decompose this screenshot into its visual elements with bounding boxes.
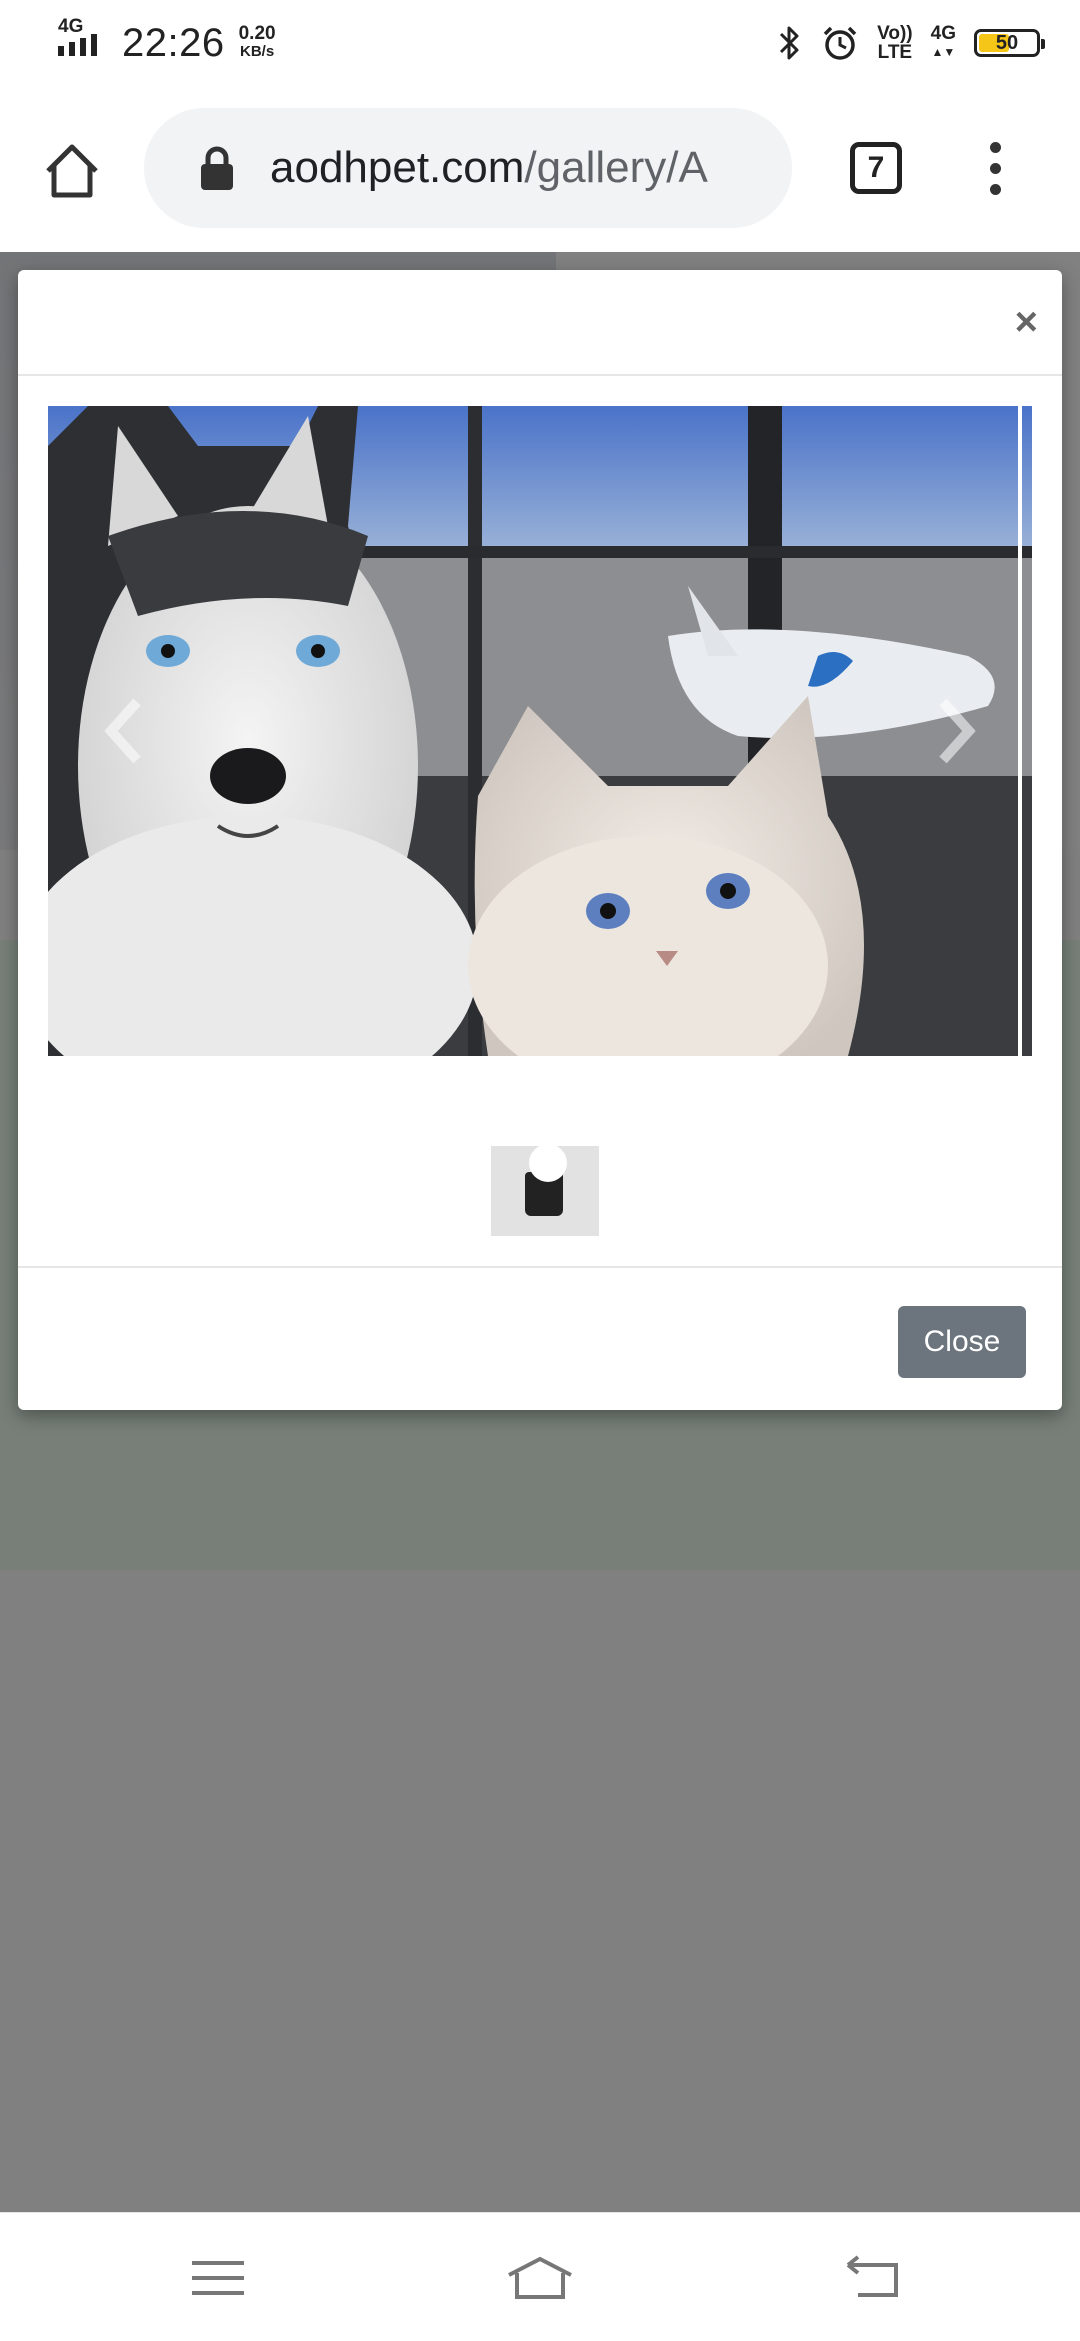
address-bar[interactable]: aodhpet.com/gallery/A	[144, 108, 792, 228]
home-icon[interactable]	[40, 139, 104, 203]
data-type-indicator: 4G ▲▼	[930, 23, 956, 59]
battery-icon: 50	[974, 29, 1045, 57]
gallery-modal: × Close	[18, 270, 1062, 1410]
close-button[interactable]: Close	[898, 1306, 1026, 1378]
status-right: Vo)) LTE 4G ▲▼ 50	[777, 18, 1045, 68]
data-type-label: 4G	[930, 23, 956, 44]
signal-icon: 4G	[58, 16, 108, 68]
status-left: 4G 22:26 0.20 KB/s	[58, 16, 276, 68]
battery-level: 50	[995, 31, 1019, 54]
close-icon[interactable]: ×	[1015, 300, 1038, 345]
speed-value: 0.20	[238, 23, 276, 44]
image-carousel[interactable]	[48, 406, 1032, 1056]
url-text[interactable]: aodhpet.com/gallery/A	[270, 143, 708, 193]
status-bar: 4G 22:26 0.20 KB/s Vo)) LTE 4G ▲▼ 50	[0, 0, 1080, 84]
network-type: 4G	[58, 16, 84, 37]
tab-count: 7	[867, 151, 885, 184]
alarm-icon	[823, 26, 857, 60]
more-icon[interactable]	[980, 142, 1010, 198]
url-domain: aodhpet.com	[270, 143, 525, 192]
modal-header: ×	[18, 270, 1062, 376]
menu-lines-icon[interactable]	[184, 2253, 254, 2303]
lte-label: LTE	[877, 42, 913, 63]
volte-label: Vo))	[877, 23, 913, 44]
carousel-scroll-indicator	[1018, 406, 1022, 1056]
modal-footer: Close	[18, 1266, 1062, 1410]
tabs-icon[interactable]: 7	[850, 142, 902, 194]
lock-icon[interactable]	[198, 145, 236, 191]
browser-toolbar: aodhpet.com/gallery/A 7	[0, 84, 1080, 252]
volte-icon: Vo)) LTE	[877, 24, 913, 62]
chevron-right-icon	[939, 698, 976, 764]
back-icon[interactable]	[838, 2253, 908, 2303]
chevron-left-icon	[104, 698, 141, 764]
home-outline-icon[interactable]	[505, 2253, 575, 2303]
system-nav-bar	[0, 2212, 1080, 2341]
network-speed: 0.20 KB/s	[238, 23, 276, 61]
carousel-prev-button[interactable]	[48, 406, 198, 1056]
thumbnail-indicator[interactable]	[491, 1146, 599, 1236]
carousel-next-button[interactable]	[882, 406, 1032, 1056]
clock: 22:26	[122, 20, 225, 65]
bluetooth-icon	[780, 26, 799, 60]
url-path: /gallery/A	[524, 143, 708, 192]
speed-unit: KB/s	[240, 43, 275, 60]
